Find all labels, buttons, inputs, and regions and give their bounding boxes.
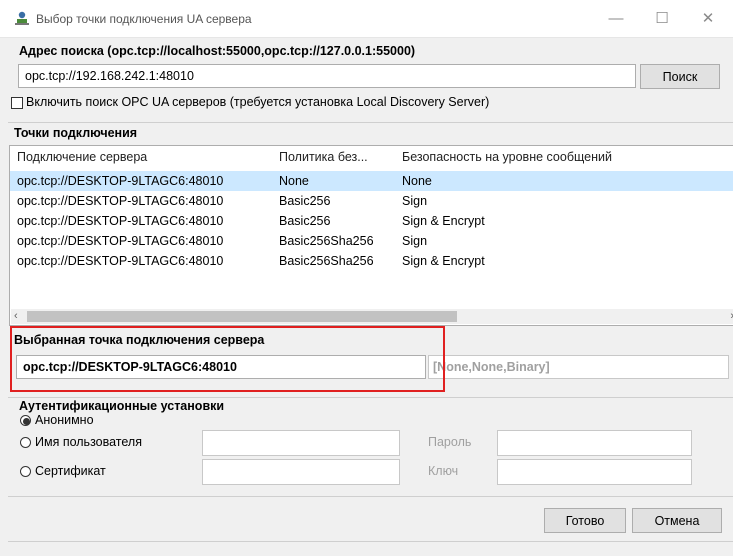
- minimize-button[interactable]: —: [593, 6, 639, 32]
- username-radio[interactable]: [20, 437, 31, 448]
- search-button[interactable]: Поиск: [640, 64, 720, 89]
- column-header-policy[interactable]: Политика без...: [279, 146, 368, 168]
- table-row[interactable]: opc.tcp://DESKTOP-9LTAGC6:48010 Basic256…: [10, 251, 733, 271]
- certificate-radio[interactable]: [20, 466, 31, 477]
- ok-button[interactable]: Готово: [544, 508, 626, 533]
- horizontal-scrollbar[interactable]: ‹ ›: [11, 309, 733, 324]
- username-label: Имя пользователя: [35, 435, 142, 449]
- search-address-label: Адрес поиска (opc.tcp://localhost:55000,…: [19, 44, 416, 58]
- title-bar: Выбор точки подключения UA сервера — ☐ ✕: [0, 0, 733, 38]
- key-field[interactable]: [497, 459, 692, 485]
- window-title: Выбор точки подключения UA сервера: [36, 12, 252, 26]
- cell-policy: None: [279, 174, 309, 188]
- cell-server: opc.tcp://DESKTOP-9LTAGC6:48010: [17, 194, 224, 208]
- cell-security: Sign & Encrypt: [402, 214, 485, 228]
- cell-policy: Basic256Sha256: [279, 234, 374, 248]
- divider: [8, 122, 733, 123]
- discovery-checkbox-label: Включить поиск OPC UA серверов (требуетс…: [26, 95, 490, 109]
- auth-title: Аутентификационные установки: [19, 399, 225, 413]
- cell-security: Sign & Encrypt: [402, 254, 485, 268]
- cell-security: Sign: [402, 234, 428, 248]
- app-icon: [15, 11, 29, 25]
- scrollbar-thumb[interactable]: [27, 311, 457, 322]
- cell-security: Sign: [402, 194, 428, 208]
- cell-policy: Basic256: [279, 194, 331, 208]
- endpoints-title: Точки подключения: [14, 126, 138, 140]
- divider: [8, 496, 733, 497]
- column-header-server[interactable]: Подключение сервера: [17, 146, 147, 168]
- anonymous-label: Анонимно: [35, 413, 94, 427]
- table-row[interactable]: opc.tcp://DESKTOP-9LTAGC6:48010 None Non…: [10, 171, 733, 191]
- divider: [8, 397, 733, 398]
- scroll-left-icon[interactable]: ‹: [14, 309, 18, 324]
- maximize-button[interactable]: ☐: [639, 6, 685, 32]
- divider: [8, 541, 733, 542]
- certificate-field[interactable]: [202, 459, 400, 485]
- search-address-input[interactable]: opc.tcp://192.168.242.1:48010: [18, 64, 636, 88]
- cell-policy: Basic256: [279, 214, 331, 228]
- cell-security: None: [402, 174, 432, 188]
- highlight-box: [10, 326, 445, 392]
- endpoints-table[interactable]: Подключение сервера Политика без... Безо…: [9, 145, 733, 326]
- certificate-label: Сертификат: [35, 464, 106, 478]
- cell-server: opc.tcp://DESKTOP-9LTAGC6:48010: [17, 214, 224, 228]
- key-label: Ключ: [428, 464, 459, 478]
- cell-server: opc.tcp://DESKTOP-9LTAGC6:48010: [17, 234, 224, 248]
- discovery-checkbox[interactable]: [11, 97, 23, 109]
- cell-policy: Basic256Sha256: [279, 254, 374, 268]
- cancel-button[interactable]: Отмена: [632, 508, 722, 533]
- table-row[interactable]: opc.tcp://DESKTOP-9LTAGC6:48010 Basic256…: [10, 211, 733, 231]
- cell-server: opc.tcp://DESKTOP-9LTAGC6:48010: [17, 174, 224, 188]
- password-field[interactable]: [497, 430, 692, 456]
- cell-server: opc.tcp://DESKTOP-9LTAGC6:48010: [17, 254, 224, 268]
- anonymous-radio[interactable]: [20, 415, 31, 426]
- table-row[interactable]: opc.tcp://DESKTOP-9LTAGC6:48010 Basic256…: [10, 231, 733, 251]
- password-label: Пароль: [428, 435, 472, 449]
- table-row[interactable]: opc.tcp://DESKTOP-9LTAGC6:48010 Basic256…: [10, 191, 733, 211]
- column-header-security[interactable]: Безопасность на уровне сообщений: [402, 146, 612, 168]
- selected-endpoint-info: [None,None,Binary]: [428, 355, 729, 379]
- username-field[interactable]: [202, 430, 400, 456]
- close-button[interactable]: ✕: [685, 6, 731, 32]
